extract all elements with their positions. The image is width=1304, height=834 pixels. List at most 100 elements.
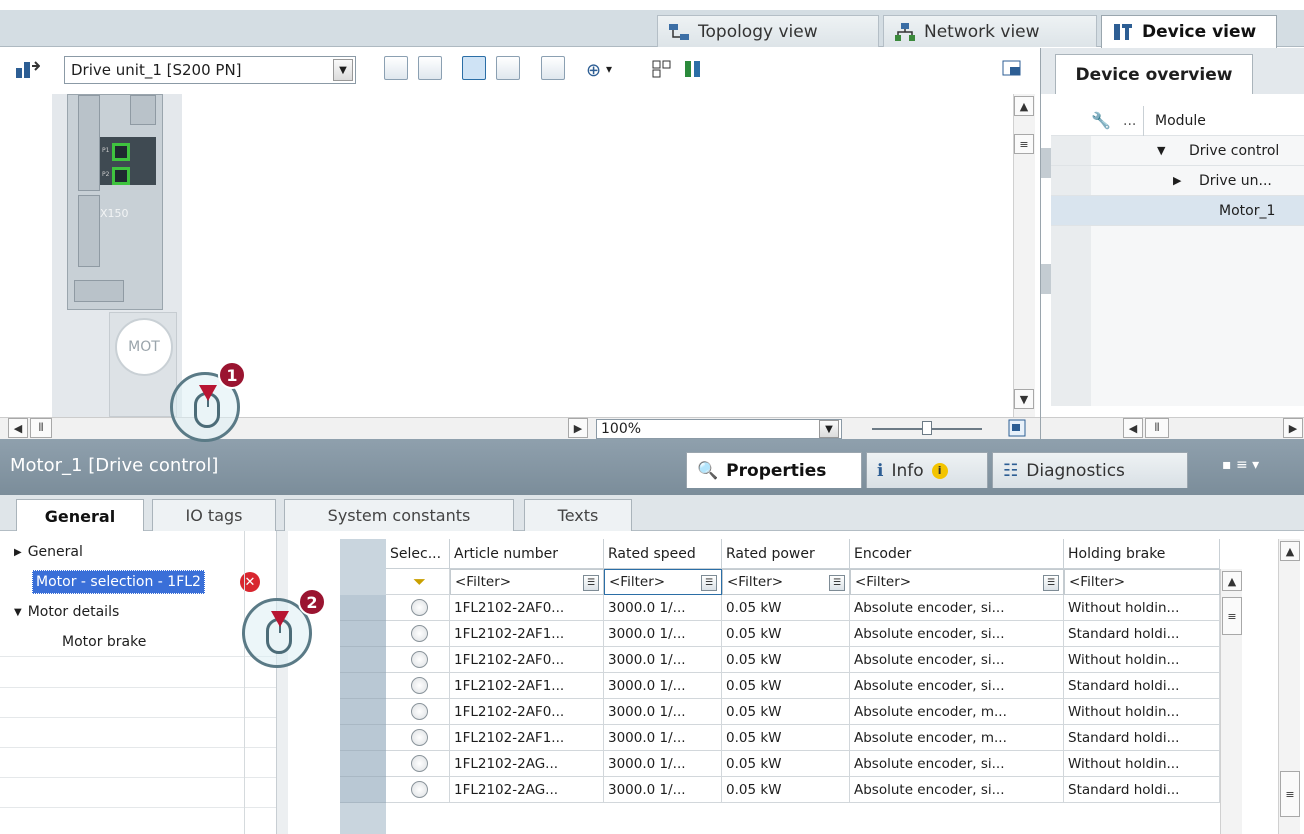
row-header-cell[interactable]	[340, 777, 386, 803]
filter-menu-icon[interactable]: ☰	[701, 575, 717, 591]
scroll-left-icon[interactable]: ◀	[1123, 418, 1143, 438]
motor-symbol[interactable]: MOT	[115, 318, 173, 376]
scroll-thumb[interactable]: ≡	[1222, 597, 1242, 635]
select-radio[interactable]	[411, 729, 428, 746]
scroll-thumb[interactable]: ≡	[1280, 771, 1300, 817]
subtab-system-constants[interactable]: System constants	[284, 499, 514, 531]
profinet-port-2[interactable]	[112, 167, 130, 185]
nav-splitter[interactable]	[276, 531, 288, 834]
panel-collapse-handle[interactable]	[1041, 148, 1051, 178]
tab-diagnostics[interactable]: ☷ Diagnostics	[992, 452, 1188, 488]
drive-unit-module[interactable]: P1 P2 X150	[67, 94, 163, 310]
select-radio[interactable]	[411, 651, 428, 668]
col-select[interactable]: Selec...	[386, 539, 450, 569]
filter-rated-speed[interactable]: <Filter> ☰	[604, 569, 722, 595]
subtab-io-tags[interactable]: IO tags	[152, 499, 276, 531]
select-radio[interactable]	[411, 781, 428, 798]
select-cell[interactable]	[386, 777, 450, 803]
row-header-cell[interactable]	[340, 725, 386, 751]
filter-article-number[interactable]: <Filter> ☰	[450, 569, 604, 595]
scroll-thumb[interactable]: ≡	[1014, 134, 1034, 154]
show-labels-icon[interactable]	[462, 56, 486, 80]
row-header-cell[interactable]	[340, 595, 386, 621]
select-cell[interactable]	[386, 699, 450, 725]
row-header-cell[interactable]	[340, 751, 386, 777]
select-radio[interactable]	[411, 755, 428, 772]
grid-icon[interactable]	[496, 56, 520, 80]
zoom-in-icon[interactable]: ⊕	[586, 60, 601, 81]
h-scroll-thumb[interactable]: ⦀	[1145, 418, 1169, 438]
collapse-icon[interactable]: ▼	[14, 607, 22, 618]
network-overview-icon[interactable]	[14, 58, 41, 84]
select-radio[interactable]	[411, 599, 428, 616]
expand-icon[interactable]: ▶	[14, 547, 22, 558]
tab-device-overview[interactable]: Device overview	[1055, 54, 1253, 94]
select-cell[interactable]	[386, 673, 450, 699]
scroll-down-icon[interactable]: ▼	[1014, 389, 1034, 409]
subtab-general[interactable]: General	[16, 499, 144, 532]
overview-row-drive-control[interactable]: ▼ Drive control	[1051, 136, 1304, 166]
canvas-horizontal-scrollbar[interactable]: ◀ ⦀ ▶ 100% ▼	[0, 417, 1040, 439]
filter-menu-icon[interactable]: ☰	[583, 575, 599, 591]
tab-network-view[interactable]: Network view	[883, 15, 1097, 47]
select-radio[interactable]	[411, 677, 428, 694]
select-cell[interactable]	[386, 595, 450, 621]
canvas-vertical-scrollbar[interactable]: ▲ ≡ ▼	[1013, 94, 1035, 417]
zoom-slider-thumb[interactable]	[922, 421, 932, 435]
page-break-icon[interactable]	[541, 56, 565, 80]
overview-row-drive-unit[interactable]: ▶ Drive un...	[1051, 166, 1304, 196]
filter-icon[interactable]: ⏷	[413, 572, 426, 592]
filter-encoder[interactable]: <Filter> ☰	[850, 569, 1064, 595]
subtab-texts[interactable]: Texts	[524, 499, 632, 531]
chevron-down-icon[interactable]: ▼	[819, 420, 839, 438]
device-select-dropdown[interactable]: Drive unit_1 [S200 PN] ▼	[64, 56, 356, 84]
zoom-select[interactable]: 100% ▼	[596, 419, 842, 439]
chevron-down-icon[interactable]: ▼	[333, 59, 353, 81]
columns-icon[interactable]	[684, 60, 702, 82]
scroll-up-icon[interactable]: ▲	[1222, 571, 1242, 591]
filter-holding-brake[interactable]: <Filter>	[1064, 569, 1220, 595]
rack-icon[interactable]	[384, 56, 408, 80]
col-rated-power[interactable]: Rated power	[722, 539, 850, 569]
module-icon[interactable]	[652, 60, 672, 82]
col-article-number[interactable]: Article number	[450, 539, 604, 569]
col-encoder[interactable]: Encoder	[850, 539, 1064, 569]
select-cell[interactable]	[386, 621, 450, 647]
scroll-up-icon[interactable]: ▲	[1280, 541, 1300, 561]
overview-row-motor[interactable]: Motor_1	[1051, 196, 1304, 226]
name-icon[interactable]	[418, 56, 442, 80]
window-controls-icon[interactable]: ▪ ≡ ▾	[1222, 457, 1259, 473]
row-header-cell[interactable]	[340, 699, 386, 725]
filter-rated-power[interactable]: <Filter> ☰	[722, 569, 850, 595]
overview-horizontal-scrollbar[interactable]: ◀ ⦀ ▶	[1041, 417, 1304, 439]
profinet-port-1[interactable]	[112, 143, 130, 161]
scroll-right-icon[interactable]: ▶	[1283, 418, 1303, 438]
col-rated-speed[interactable]: Rated speed	[604, 539, 722, 569]
col-holding-brake[interactable]: Holding brake	[1064, 539, 1220, 569]
filter-menu-icon[interactable]: ☰	[829, 575, 845, 591]
select-cell[interactable]	[386, 725, 450, 751]
expand-icon[interactable]: ▶	[1173, 174, 1181, 187]
table-vertical-scrollbar[interactable]: ▲ ≡	[1220, 569, 1242, 834]
select-radio[interactable]	[411, 703, 428, 720]
scroll-left-icon[interactable]: ◀	[8, 418, 28, 438]
filter-menu-icon[interactable]: ☰	[1043, 575, 1059, 591]
row-header-cell[interactable]	[340, 673, 386, 699]
h-scroll-thumb[interactable]: ⦀	[30, 418, 52, 438]
panel-expand-handle[interactable]	[1041, 264, 1051, 294]
tab-info[interactable]: ℹ Info i	[866, 452, 988, 488]
select-cell[interactable]	[386, 751, 450, 777]
row-header-cell[interactable]	[340, 621, 386, 647]
zoom-dropdown-icon[interactable]: ▾	[606, 62, 612, 76]
collapse-icon[interactable]: ▼	[1157, 144, 1165, 157]
split-window-icon[interactable]	[1002, 58, 1022, 82]
tab-device-view[interactable]: Device view	[1101, 15, 1277, 48]
overview-navigator-icon[interactable]	[1008, 419, 1026, 441]
scroll-up-icon[interactable]: ▲	[1014, 96, 1034, 116]
select-radio[interactable]	[411, 625, 428, 642]
tab-topology-view[interactable]: Topology view	[657, 15, 879, 47]
tab-properties[interactable]: 🔍 Properties	[686, 452, 862, 488]
select-cell[interactable]	[386, 647, 450, 673]
row-header-cell[interactable]	[340, 647, 386, 673]
scroll-right-icon[interactable]: ▶	[568, 418, 588, 438]
